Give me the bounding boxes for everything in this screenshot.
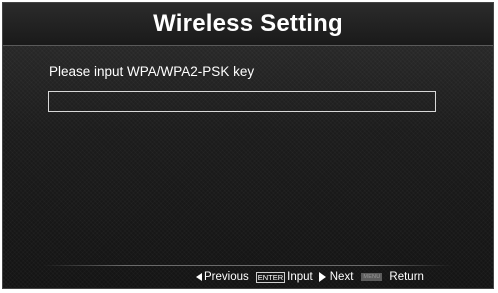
menu-key-icon: MENU [361, 273, 383, 281]
footer-hints: Previous ENTER Input Next MENU Return [196, 268, 424, 286]
key-prompt-label: Please input WPA/WPA2-PSK key [49, 64, 255, 79]
page-title: Wireless Setting [153, 10, 343, 37]
input-label: Input [287, 271, 313, 283]
left-triangle-icon [196, 273, 202, 281]
right-triangle-icon [318, 272, 326, 282]
previous-hint[interactable]: Previous [196, 271, 249, 283]
next-hint[interactable]: Next [318, 271, 354, 283]
next-label: Next [329, 271, 354, 283]
return-label: Return [389, 271, 424, 283]
wpa-key-input[interactable] [48, 91, 436, 112]
wireless-setting-screen: Wireless Setting Please input WPA/WPA2-P… [2, 2, 494, 289]
previous-label: Previous [204, 271, 249, 283]
input-hint[interactable]: ENTER Input [255, 271, 313, 283]
footer-divider [43, 265, 453, 266]
title-bar: Wireless Setting [3, 3, 493, 46]
enter-key-icon: ENTER [255, 271, 286, 283]
return-hint[interactable]: MENU Return [361, 271, 424, 283]
